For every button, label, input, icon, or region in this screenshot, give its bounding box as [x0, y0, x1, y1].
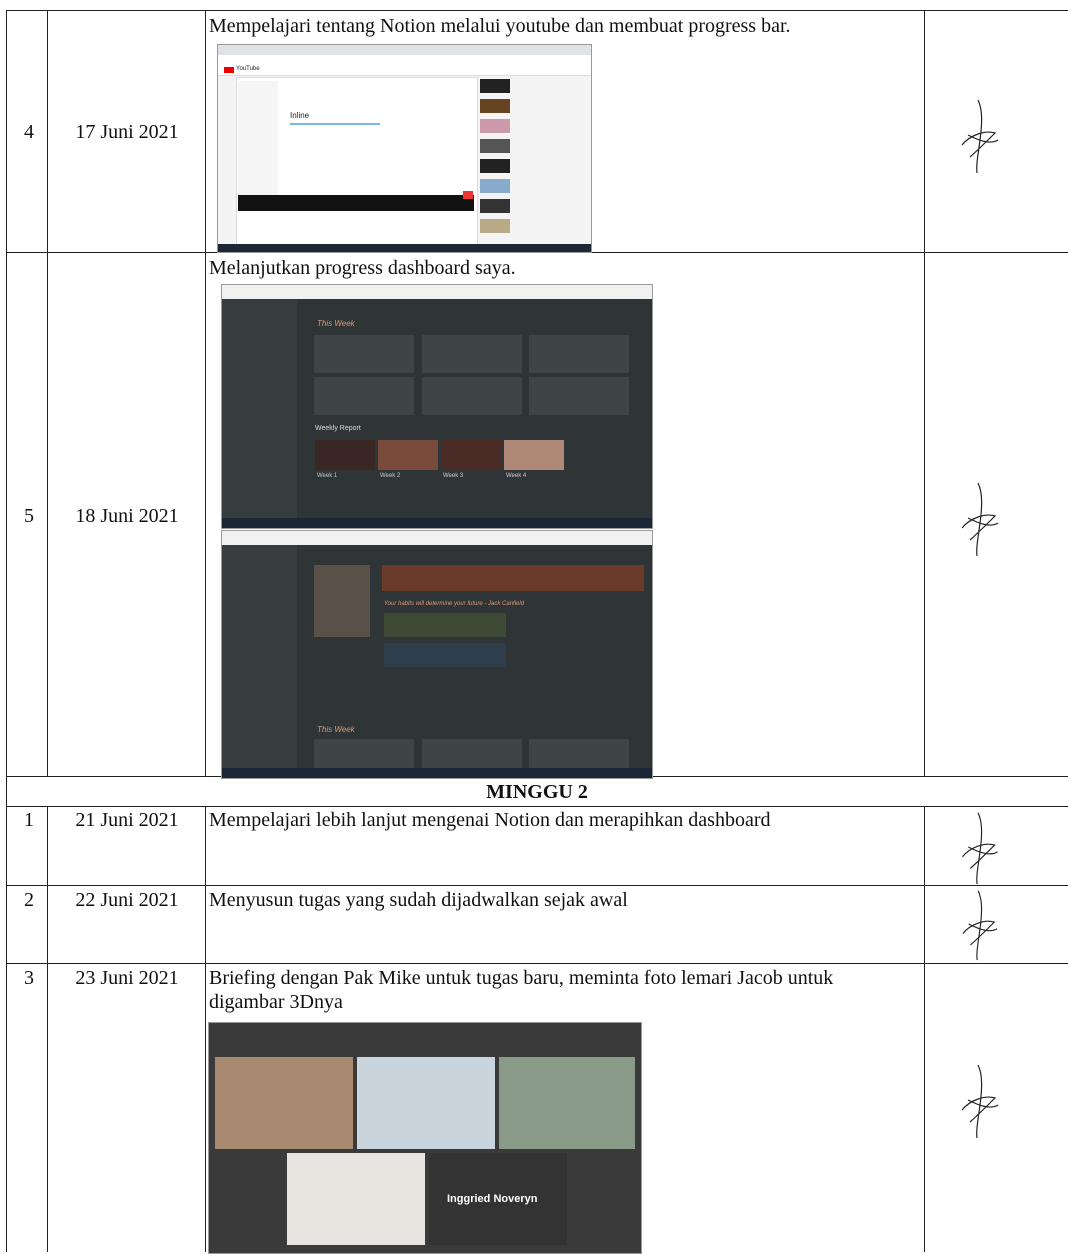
signature-icon: [961, 812, 998, 885]
weekly-report-label: Weekly Report: [315, 425, 361, 432]
participant-video: [357, 1057, 495, 1149]
participant-video: [215, 1057, 353, 1149]
col-divider-1b: [47, 806, 48, 1252]
row-divider: [6, 963, 1068, 964]
row-number: 4: [24, 121, 34, 143]
row-date: 18 Juni 2021: [75, 505, 179, 527]
participant-name: Inggried Noveryn: [447, 1193, 538, 1205]
row-number: 5: [24, 505, 34, 527]
row-number: 1: [24, 809, 34, 831]
row-divider: [6, 885, 1068, 886]
notion-dashboard-screenshot-2: Your habits will determine your future -…: [221, 530, 653, 779]
participant-video: [287, 1153, 425, 1245]
row-date: 22 Juni 2021: [75, 889, 179, 911]
card-label: Week 2: [380, 473, 401, 479]
row-date: 21 Juni 2021: [75, 809, 179, 831]
signature-icon: [962, 890, 998, 961]
row-activity: Mempelajari tentang Notion melalui youtu…: [209, 15, 791, 37]
col-divider-2b: [205, 806, 206, 1252]
row-number: 3: [24, 967, 34, 989]
video-call-screenshot: Inggried Noveryn: [208, 1022, 642, 1254]
signature-icon: [961, 482, 999, 557]
participant-video: [499, 1057, 635, 1149]
photo-thumbnail: [314, 565, 370, 637]
row-activity: Mempelajari lebih lanjut mengenai Notion…: [209, 809, 771, 831]
notion-heading: This Week: [317, 725, 355, 734]
row-activity: Briefing dengan Pak Mike untuk tugas bar…: [209, 967, 834, 1013]
card-label: Week 1: [317, 473, 338, 479]
notion-dashboard-screenshot: This Week Weekly Report Week 1 Week 2 We…: [221, 284, 653, 529]
row-activity: Melanjutkan progress dashboard saya.: [209, 257, 516, 279]
notion-page-title: Inline: [290, 111, 310, 120]
row-date: 23 Juni 2021: [75, 967, 179, 989]
table-border-left: [6, 10, 7, 1252]
col-divider-3b: [924, 806, 925, 1252]
card-label: Week 4: [506, 473, 527, 479]
col-divider-3: [924, 10, 925, 776]
table-border-top: [6, 10, 1068, 11]
youtube-brand: YouTube: [236, 66, 260, 72]
row-divider: [6, 806, 1068, 807]
quote-text: Your habits will determine your future -…: [384, 601, 525, 607]
red-record-icon: [463, 191, 473, 199]
row-activity: Menyusun tugas yang sudah dijadwalkan se…: [209, 889, 628, 911]
row-date: 17 Juni 2021: [75, 121, 179, 143]
signature-icon: [961, 1064, 999, 1139]
notion-heading: This Week: [317, 319, 355, 328]
row-number: 2: [24, 889, 34, 911]
signature-icon: [961, 99, 999, 174]
youtube-screenshot: YouTube Inline: [217, 44, 592, 253]
week-label: MINGGU 2: [486, 781, 588, 803]
youtube-logo-icon: [224, 67, 234, 73]
card-label: Week 3: [443, 473, 464, 479]
